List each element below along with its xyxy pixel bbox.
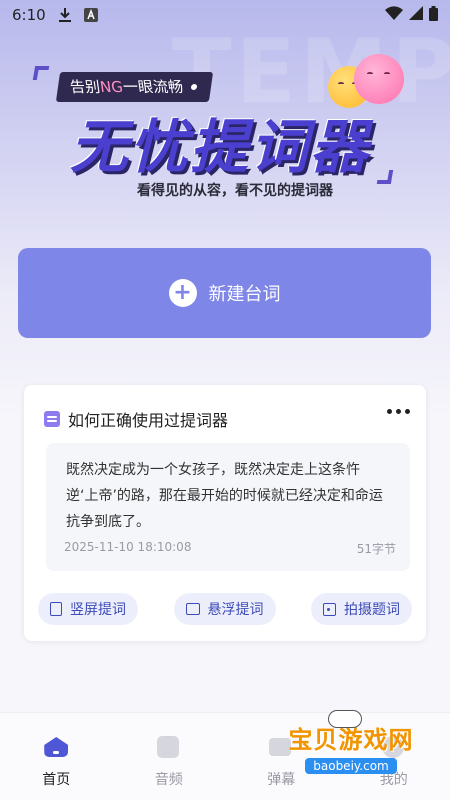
status-time: 6:10: [12, 6, 46, 24]
app-title: 无忧提词器: [70, 113, 371, 181]
watermark-url: baobeiy.com: [305, 758, 397, 774]
signal-icon: [409, 6, 423, 24]
download-icon: [58, 7, 72, 23]
emoji-mascot-icon: [328, 54, 408, 124]
battery-icon: [429, 5, 438, 25]
status-bar: 6:10: [0, 0, 450, 30]
nav-label: 首页: [42, 772, 71, 788]
status-indicators: [385, 5, 438, 25]
card-meta: 2025-11-10 18:10:08 51字节: [64, 540, 396, 557]
float-window-icon: [185, 603, 200, 615]
card-title: 如何正确使用过提词器: [68, 411, 229, 430]
new-script-button[interactable]: + 新建台词: [18, 248, 431, 338]
card-char-count: 51字节: [356, 542, 396, 556]
phone-portrait-icon: [50, 602, 62, 616]
home-icon: [44, 735, 69, 759]
hero-banner: 告别NG 一眼流畅 无忧提词器 看得见的从容，看不见的提词器: [0, 30, 450, 230]
nav-audio[interactable]: 音频: [113, 713, 226, 800]
portrait-prompt-button[interactable]: 竖屏提词: [38, 593, 138, 625]
tag-suffix: 一眼流畅: [121, 78, 185, 96]
app-notification-icon: [83, 8, 98, 22]
float-prompt-button[interactable]: 悬浮提词: [173, 593, 276, 625]
nav-label: 音频: [154, 772, 183, 788]
card-header: 如何正确使用过提词器: [44, 407, 228, 431]
bracket-decoration: [32, 66, 50, 80]
pill-label: 拍摄题词: [344, 602, 400, 618]
gamepad-icon: [328, 710, 362, 728]
new-script-label: 新建台词: [208, 284, 281, 305]
script-card[interactable]: 如何正确使用过提词器 既然决定成为一个女孩子，既然决定走上这条忤逆‘上帝’的路，…: [24, 385, 426, 641]
document-icon: [44, 411, 60, 427]
card-preview[interactable]: 既然决定成为一个女孩子，既然决定走上这条忤逆‘上帝’的路，那在最开始的时候就已经…: [46, 443, 410, 571]
music-icon: [156, 735, 181, 759]
card-actions: 竖屏提词 悬浮提词 拍摄题词: [38, 593, 412, 625]
wifi-icon: [385, 6, 403, 24]
slogan-tag: 告别NG 一眼流畅: [55, 72, 213, 102]
camera-prompt-button[interactable]: 拍摄题词: [311, 593, 412, 625]
site-watermark: 宝贝游戏网 baobeiy.com: [276, 710, 426, 780]
nav-home[interactable]: 首页: [0, 713, 113, 800]
camera-icon: [323, 602, 336, 616]
app-subtitle: 看得见的从容，看不见的提词器: [137, 183, 333, 199]
card-timestamp: 2025-11-10 18:10:08: [64, 540, 192, 554]
card-body-text: 既然决定成为一个女孩子，既然决定走上这条忤逆‘上帝’的路，那在最开始的时候就已经…: [66, 462, 383, 530]
plus-icon: +: [168, 279, 197, 307]
tag-prefix: 告别: [68, 78, 102, 96]
tag-dot: [190, 84, 198, 90]
pill-label: 悬浮提词: [207, 602, 264, 618]
more-options-icon[interactable]: [387, 409, 410, 414]
pill-label: 竖屏提词: [70, 602, 126, 618]
